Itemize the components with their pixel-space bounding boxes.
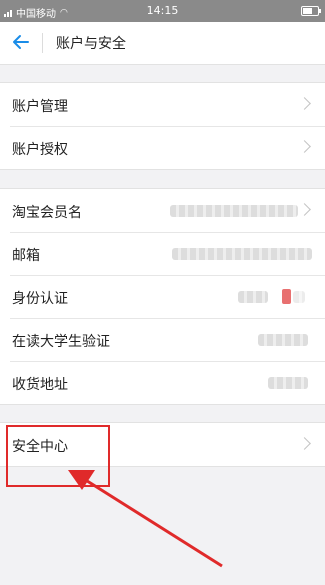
row-label: 在读大学生验证 bbox=[12, 334, 110, 350]
chevron-right-icon bbox=[298, 140, 311, 153]
nav-bar: 账户与安全 bbox=[0, 22, 325, 65]
blurred-value bbox=[170, 205, 298, 217]
blurred-status bbox=[282, 289, 291, 304]
row-identity-verification[interactable]: 身份认证 bbox=[0, 275, 325, 318]
row-security-center[interactable]: 安全中心 bbox=[0, 423, 325, 466]
back-arrow-icon[interactable] bbox=[10, 31, 32, 53]
blurred-value bbox=[172, 248, 312, 260]
row-shipping-address[interactable]: 收货地址 bbox=[0, 361, 325, 404]
nav-divider bbox=[42, 33, 43, 53]
blurred-value bbox=[268, 377, 308, 389]
row-account-management[interactable]: 账户管理 bbox=[0, 83, 325, 126]
security-group: 安全中心 bbox=[0, 422, 325, 467]
row-label: 淘宝会员名 bbox=[12, 205, 82, 221]
battery-icon bbox=[301, 6, 321, 16]
page-title: 账户与安全 bbox=[56, 36, 126, 52]
account-group: 账户管理 账户授权 bbox=[0, 82, 325, 170]
row-account-authorization[interactable]: 账户授权 bbox=[0, 126, 325, 169]
status-bar: 中国移动 ◠ 14:15 bbox=[0, 0, 325, 22]
row-member-name[interactable]: 淘宝会员名 bbox=[0, 189, 325, 232]
row-email[interactable]: 邮箱 bbox=[0, 232, 325, 275]
row-label: 身份认证 bbox=[12, 291, 68, 307]
blurred-value bbox=[293, 291, 305, 303]
row-label: 账户管理 bbox=[12, 99, 68, 115]
row-student-verification[interactable]: 在读大学生验证 bbox=[0, 318, 325, 361]
chevron-right-icon bbox=[298, 437, 311, 450]
chevron-right-icon bbox=[298, 97, 311, 110]
row-label: 邮箱 bbox=[12, 248, 40, 264]
chevron-right-icon bbox=[298, 203, 311, 216]
blurred-value bbox=[258, 334, 308, 346]
blurred-value bbox=[238, 291, 268, 303]
row-label: 收货地址 bbox=[12, 377, 68, 393]
row-label: 安全中心 bbox=[12, 439, 68, 455]
status-time: 14:15 bbox=[146, 4, 179, 17]
row-label: 账户授权 bbox=[12, 142, 68, 158]
profile-group: 淘宝会员名 邮箱 身份认证 在读大学生验证 收货地址 bbox=[0, 188, 325, 405]
